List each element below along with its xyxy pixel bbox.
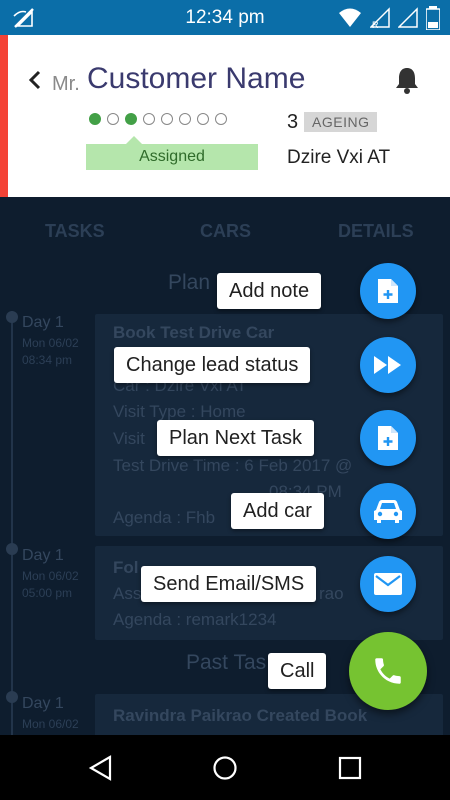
timeline-dot [6, 543, 18, 555]
lead-status-pill: Assigned [86, 144, 258, 170]
change-lead-status-label[interactable]: Change lead status [114, 347, 311, 383]
timeline-dot [6, 311, 18, 323]
task-detail: Agenda : remark1234 [113, 610, 277, 629]
recents-nav-icon[interactable] [335, 753, 365, 783]
mail-icon [374, 573, 402, 595]
timeline-time: 08:34 pm [22, 353, 73, 367]
progress-step [197, 113, 209, 125]
progress-step [107, 113, 119, 125]
note-add-icon [378, 279, 398, 303]
task-detail: Visit [113, 429, 145, 448]
customer-name: Customer Name [87, 62, 306, 95]
add-note-button[interactable] [360, 263, 416, 319]
task-title: Book Test Drive Car [113, 323, 275, 342]
task-title: Fol [113, 558, 139, 577]
progress-step [161, 113, 173, 125]
task-detail: Ass [113, 584, 142, 603]
send-email-sms-button[interactable] [360, 556, 416, 612]
send-email-sms-label[interactable]: Send Email/SMS [141, 566, 317, 602]
status-right-icons: R [338, 6, 440, 30]
wifi-icon [339, 8, 361, 27]
system-nav-bar [0, 735, 450, 800]
signal-icon-secondary [398, 7, 418, 28]
phone-icon [375, 658, 401, 684]
lead-progress-stepper [89, 113, 227, 125]
note-add-icon [378, 426, 398, 450]
timeline-day: Day 1 [22, 695, 64, 712]
plan-next-task-button[interactable] [360, 410, 416, 466]
tab-cars[interactable]: CARS [200, 221, 251, 242]
progress-step [215, 113, 227, 125]
planned-section-title: Plan [168, 271, 211, 294]
progress-step [143, 113, 155, 125]
status-bar: 12:34 pm R [0, 0, 450, 35]
ageing-badge: AGEING [304, 112, 378, 132]
car-icon [374, 500, 402, 523]
timeline-date: Mon 06/02 [22, 569, 79, 583]
add-car-button[interactable] [360, 483, 416, 539]
task-detail: rao [319, 584, 344, 603]
bell-icon[interactable] [393, 65, 421, 95]
salutation: Mr. [52, 73, 80, 95]
tab-details[interactable]: DETAILS [338, 221, 414, 242]
timeline-line [11, 311, 13, 735]
change-lead-status-button[interactable] [360, 337, 416, 393]
task-detail: Visit Type : Home [113, 402, 246, 421]
timeline-date: Mon 06/02 [22, 336, 79, 350]
progress-step [125, 113, 137, 125]
priority-strip [0, 35, 8, 197]
call-label[interactable]: Call [268, 653, 327, 689]
timeline-date: Mon 06/02 [22, 717, 79, 731]
tab-tasks[interactable]: TASKS [45, 221, 105, 242]
status-pill-pointer [126, 136, 142, 144]
fast-forward-icon [374, 356, 401, 374]
timeline-day: Day 1 [22, 314, 64, 331]
timeline-time: 05:00 pm [22, 586, 73, 600]
progress-step [179, 113, 191, 125]
task-detail: Test Drive Time : 6 Feb 2017 @ [113, 456, 353, 475]
car-model: Dzire Vxi AT [287, 147, 391, 168]
progress-step [89, 113, 101, 125]
past-section-title: Past Tas [186, 651, 267, 674]
timeline-dot [6, 691, 18, 703]
signal-icon: R [370, 7, 390, 29]
task-detail: Agenda : Fhb [113, 508, 216, 527]
timeline-day: Day 1 [22, 547, 64, 564]
lead-header: Mr. Customer Name 3 AGEING Assigned Dzir… [0, 35, 450, 197]
add-car-label[interactable]: Add car [231, 493, 324, 529]
svg-text:R: R [372, 20, 379, 29]
ageing-count: 3 [287, 111, 299, 133]
plan-next-task-label[interactable]: Plan Next Task [157, 420, 315, 456]
add-note-label[interactable]: Add note [217, 273, 322, 309]
back-nav-icon[interactable] [86, 753, 116, 783]
back-icon[interactable] [24, 65, 46, 95]
home-nav-icon[interactable] [210, 753, 240, 783]
tab-bar: TASKS CARS DETAILS [0, 197, 450, 265]
battery-icon [426, 6, 440, 30]
call-button[interactable] [349, 632, 427, 710]
task-title: Ravindra Paikrao Created Book [113, 706, 368, 725]
